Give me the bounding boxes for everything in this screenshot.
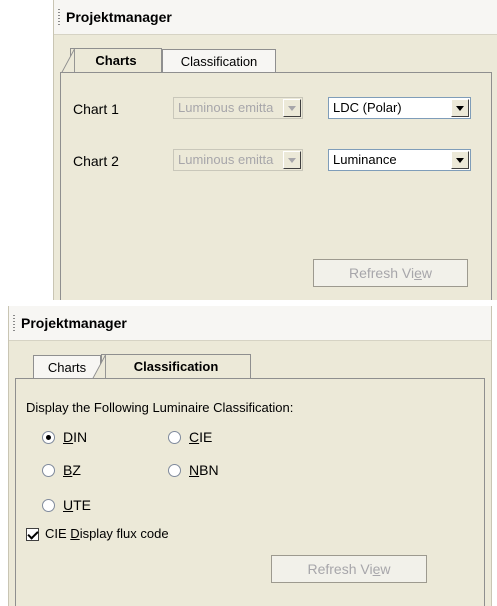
chart2-type-select: Luminous emitta	[173, 149, 303, 171]
display-flux-code-label[interactable]: CIE Display flux code	[45, 526, 169, 541]
refresh-view-button[interactable]: Refresh View	[271, 555, 427, 583]
tab-strip: Charts Classification	[9, 341, 491, 380]
select-value: Luminous emitta	[178, 152, 274, 167]
button-text: Refresh Vi	[348, 265, 415, 281]
radio-cie-label[interactable]: CIE	[189, 429, 212, 445]
radio-ute[interactable]	[42, 499, 55, 512]
tab-classification[interactable]: Classification	[162, 49, 276, 73]
radio-bz-label[interactable]: BZ	[63, 462, 81, 478]
tab-label: Classification	[133, 359, 219, 374]
grip-icon[interactable]	[13, 315, 15, 331]
label-text: CIE	[45, 526, 71, 541]
chart1-type-select: Luminous emitta	[173, 97, 303, 119]
label-text: BN	[199, 462, 219, 478]
button-text: w	[421, 265, 433, 281]
chevron-down-icon[interactable]	[451, 99, 469, 117]
tab-label: Charts	[95, 53, 137, 68]
radio-din[interactable]	[42, 431, 55, 444]
select-value: Luminous emitta	[178, 100, 274, 115]
mnemonic: D	[63, 429, 74, 445]
panel-title: Projektmanager	[21, 315, 127, 331]
panel-titlebar: Projektmanager	[9, 306, 491, 341]
select-value: LDC (Polar)	[333, 100, 402, 115]
tab-strip: Charts Classification	[54, 35, 497, 74]
radio-nbn[interactable]	[168, 464, 181, 477]
classification-heading: Display the Following Luminaire Classifi…	[26, 400, 294, 415]
projektmanager-panel-charts: Projektmanager Charts Classification Cha…	[53, 0, 497, 300]
chart2-label: Chart 2	[73, 153, 119, 169]
button-mnemonic: e	[414, 265, 422, 281]
chart1-view-select[interactable]: LDC (Polar)	[328, 97, 471, 119]
radio-nbn-label[interactable]: NBN	[189, 462, 219, 478]
tab-charts[interactable]: Charts	[61, 48, 162, 74]
tab-slant	[92, 355, 106, 379]
label-text: isplay flux code	[79, 526, 169, 541]
radio-bz[interactable]	[42, 464, 55, 477]
grip-icon[interactable]	[58, 9, 60, 25]
radio-ute-label[interactable]: UTE	[63, 497, 91, 513]
chevron-down-icon	[283, 99, 301, 117]
tab-label: Charts	[47, 360, 87, 375]
display-flux-code-checkbox[interactable]	[26, 528, 39, 541]
chart1-label: Chart 1	[73, 101, 119, 117]
panel-title: Projektmanager	[66, 9, 172, 25]
tab-label: Classification	[180, 54, 258, 69]
panel-titlebar: Projektmanager	[54, 0, 497, 35]
mnemonic: U	[63, 497, 74, 513]
tab-content-classification: Display the Following Luminaire Classifi…	[15, 378, 485, 606]
tab-charts[interactable]: Charts	[33, 355, 101, 379]
button-text: w	[380, 561, 391, 577]
chart2-view-select[interactable]: Luminance	[328, 149, 471, 171]
mnemonic: B	[63, 462, 73, 478]
tab-classification[interactable]: Classification	[92, 354, 251, 380]
tab-slant	[61, 49, 75, 73]
label-text: IN	[73, 429, 88, 445]
label-text: Z	[72, 462, 81, 478]
label-text: IE	[199, 429, 213, 445]
radio-din-label[interactable]: DIN	[63, 429, 87, 445]
chevron-down-icon	[283, 151, 301, 169]
refresh-view-button[interactable]: Refresh View	[313, 259, 468, 287]
select-value: Luminance	[333, 152, 397, 167]
chevron-down-icon[interactable]	[451, 151, 469, 169]
tab-content-charts: Chart 1 Luminous emitta LDC (Polar) Char…	[60, 72, 492, 300]
button-text: Refresh Vi	[307, 561, 373, 577]
mnemonic: N	[189, 462, 200, 478]
projektmanager-panel-classification: Projektmanager Charts Classification Dis…	[8, 306, 492, 606]
radio-cie[interactable]	[168, 431, 181, 444]
mnemonic: C	[189, 429, 200, 445]
mnemonic: D	[70, 526, 80, 541]
label-text: TE	[73, 497, 92, 513]
